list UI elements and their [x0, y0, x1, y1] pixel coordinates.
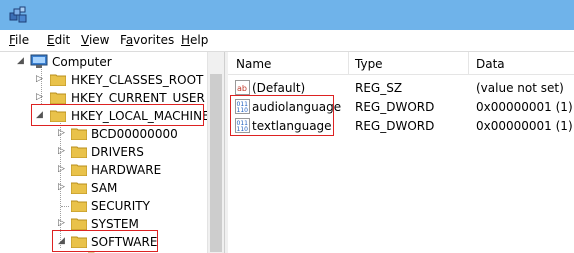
- value-type: REG_DWORD: [355, 119, 435, 133]
- title-bar: [0, 0, 574, 30]
- folder-icon: [71, 128, 87, 140]
- expand-arrow-icon[interactable]: ▷: [58, 164, 65, 174]
- tree-item-label: DRIVERS: [91, 145, 144, 159]
- tree-item-security[interactable]: SECURITY: [0, 197, 207, 215]
- string-value-icon: ab: [235, 80, 250, 95]
- tree-scrollbar[interactable]: [207, 52, 225, 253]
- tree-item-label: SYSTEM: [91, 217, 139, 231]
- highlight-box: [31, 104, 204, 126]
- tree-item-label: HARDWARE: [91, 163, 162, 177]
- list-header: Name Type Data: [228, 52, 574, 75]
- expand-arrow-icon[interactable]: ▷: [58, 146, 65, 156]
- value-data: 0x00000001 (1): [476, 119, 573, 133]
- menu-file[interactable]: File: [9, 33, 29, 47]
- folder-icon: [71, 182, 87, 194]
- computer-icon: [30, 54, 48, 68]
- highlight-box: [52, 230, 158, 252]
- tree-item-label: SECURITY: [91, 199, 150, 213]
- menu-favorites[interactable]: Favorites: [120, 33, 174, 47]
- tree-guide: [61, 206, 69, 208]
- column-header-data[interactable]: Data: [476, 57, 505, 71]
- tree-item-drivers[interactable]: ▷ DRIVERS: [0, 143, 207, 161]
- tree-item-label: SAM: [91, 181, 118, 195]
- folder-icon: [50, 92, 66, 104]
- expand-arrow-icon[interactable]: ▷: [36, 92, 43, 102]
- folder-icon: [71, 164, 87, 176]
- folder-icon: [71, 146, 87, 158]
- expand-arrow-icon[interactable]: ▷: [58, 182, 65, 192]
- tree-item-hkey-classes-root[interactable]: ▷ HKEY_CLASSES_ROOT: [0, 71, 207, 89]
- folder-icon: [50, 74, 66, 86]
- values-list: Name Type Data ab (Default) REG_SZ (valu…: [228, 52, 574, 253]
- column-divider[interactable]: [468, 52, 469, 74]
- tree-item-computer[interactable]: ◢ Computer: [0, 53, 207, 71]
- menu-view[interactable]: View: [81, 33, 109, 47]
- column-divider[interactable]: [348, 52, 349, 74]
- expand-arrow-icon[interactable]: ▷: [58, 128, 65, 138]
- menu-bar: File Edit View Favorites Help: [0, 30, 574, 52]
- expand-arrow-icon[interactable]: ▷: [58, 218, 65, 228]
- value-type: REG_SZ: [355, 81, 403, 95]
- svg-text:ab: ab: [237, 84, 247, 93]
- value-type: REG_DWORD: [355, 100, 435, 114]
- value-data: 0x00000001 (1): [476, 100, 573, 114]
- menu-edit[interactable]: Edit: [47, 33, 70, 47]
- tree-item-label: HKEY_CLASSES_ROOT: [71, 73, 204, 87]
- column-header-name[interactable]: Name: [236, 57, 271, 71]
- tree-item-label: Computer: [52, 55, 112, 69]
- value-name: (Default): [252, 81, 306, 95]
- collapse-arrow-icon[interactable]: ◢: [17, 56, 24, 66]
- tree-item-bcd00000000[interactable]: ▷ BCD00000000: [0, 125, 207, 143]
- column-header-type[interactable]: Type: [355, 57, 383, 71]
- folder-icon: [71, 200, 87, 212]
- tree-item-sam[interactable]: ▷ SAM: [0, 179, 207, 197]
- folder-icon: [71, 218, 87, 230]
- tree-item-label: HKEY_CURRENT_USER: [71, 91, 205, 105]
- menu-help[interactable]: Help: [181, 33, 208, 47]
- scrollbar-thumb[interactable]: [210, 74, 222, 252]
- expand-arrow-icon[interactable]: ▷: [36, 74, 43, 84]
- tree-item-hardware[interactable]: ▷ HARDWARE: [0, 161, 207, 179]
- registry-editor-icon: [9, 6, 27, 23]
- key-tree: ◢ Computer ▷ HKEY_CLASSES_ROOT ▷ HKEY_CU…: [0, 52, 207, 253]
- value-data: (value not set): [476, 81, 564, 95]
- highlight-box: [230, 95, 334, 136]
- tree-item-label: BCD00000000: [91, 127, 178, 141]
